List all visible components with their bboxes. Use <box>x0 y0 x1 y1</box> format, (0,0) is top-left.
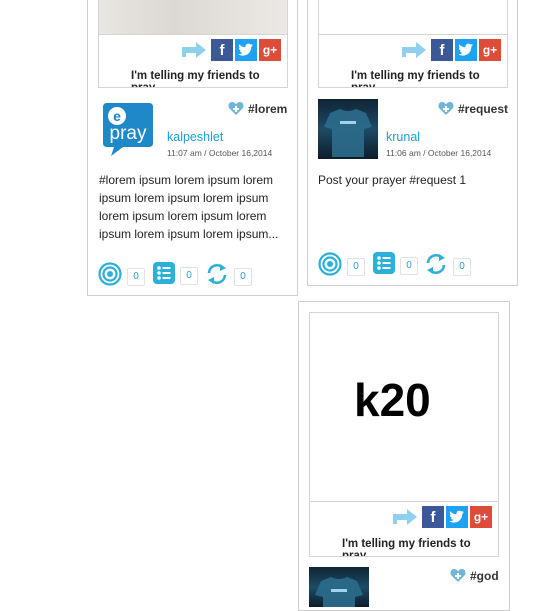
username-link[interactable]: krunal <box>386 130 420 144</box>
google-plus-icon[interactable]: g+ <box>259 39 281 61</box>
share-row-3: f g+ <box>390 506 492 528</box>
post-tag-label: #god <box>470 568 499 583</box>
post-tag[interactable]: #request <box>438 101 508 116</box>
list-icon[interactable] <box>373 252 395 279</box>
list-count: 0 <box>400 256 418 275</box>
telling-friends-text: I'm telling my friends to pray <box>131 70 260 88</box>
pray-count: 0 <box>127 267 145 286</box>
twitter-icon[interactable] <box>235 39 257 61</box>
avatar[interactable] <box>309 567 369 607</box>
share-row-1: f g+ <box>179 39 281 61</box>
google-plus-icon[interactable]: g+ <box>479 39 501 61</box>
refresh-icon[interactable] <box>424 252 448 281</box>
telling-friends-text: I'm telling my friends to pray <box>342 538 471 557</box>
facebook-icon[interactable]: f <box>211 39 233 61</box>
facebook-icon[interactable]: f <box>431 39 453 61</box>
post-tag[interactable]: #god <box>450 568 499 583</box>
post-timestamp: 11:07 am / October 16,2014 <box>167 148 273 158</box>
post-card-2: f g+ I'm telling my friends to pray #req… <box>307 0 518 286</box>
post-card-3: k20 f g+ I'm telling my friends to pray … <box>298 301 510 611</box>
heart-plus-icon <box>438 101 454 116</box>
forward-share-icon[interactable] <box>179 39 209 61</box>
share-row-2: f g+ <box>399 39 501 61</box>
post-photo-1 <box>99 0 287 35</box>
facebook-icon[interactable]: f <box>422 506 444 528</box>
refresh-icon[interactable] <box>205 262 229 291</box>
twitter-icon[interactable] <box>446 506 468 528</box>
list-stat[interactable]: 0 <box>153 262 198 289</box>
post-timestamp: 11:06 am / October 16,2014 <box>386 148 492 158</box>
share-stat[interactable]: 0 <box>424 252 471 281</box>
pray-target-icon[interactable] <box>318 252 342 281</box>
post-photo-3: k20 <box>310 313 498 502</box>
svg-text:e: e <box>113 108 121 124</box>
avatar[interactable] <box>318 99 378 159</box>
post-image-3[interactable]: k20 f g+ I'm telling my friends to pray <box>309 312 499 557</box>
pray-target-icon[interactable] <box>98 262 122 291</box>
post-image-1[interactable]: f g+ I'm telling my friends to pray <box>98 0 288 88</box>
image-text: k20 <box>354 374 431 426</box>
share-count: 0 <box>234 267 252 286</box>
heart-plus-icon <box>450 568 466 583</box>
list-count: 0 <box>180 266 198 285</box>
avatar[interactable]: e pray <box>101 101 155 157</box>
google-plus-icon[interactable]: g+ <box>470 506 492 528</box>
post-tag-label: #lorem <box>248 101 288 116</box>
list-icon[interactable] <box>153 262 175 289</box>
forward-share-icon[interactable] <box>390 506 420 528</box>
post-card-1: f g+ I'm telling my friends to pray #lor… <box>87 0 298 296</box>
list-stat[interactable]: 0 <box>373 252 418 279</box>
forward-share-icon[interactable] <box>399 39 429 61</box>
twitter-icon[interactable] <box>455 39 477 61</box>
post-image-2[interactable]: f g+ I'm telling my friends to pray <box>318 0 508 88</box>
heart-plus-icon <box>228 101 244 116</box>
post-body: #lorem ipsum lorem ipsum lorem ipsum lor… <box>99 173 279 241</box>
post-tag[interactable]: #lorem <box>228 101 287 116</box>
share-stat[interactable]: 0 <box>205 262 252 291</box>
pray-stat[interactable]: 0 <box>98 262 145 291</box>
pray-stat[interactable]: 0 <box>318 252 365 281</box>
share-count: 0 <box>453 257 471 276</box>
telling-friends-text: I'm telling my friends to pray <box>351 70 480 88</box>
pray-count: 0 <box>347 257 365 276</box>
post-photo-2 <box>319 0 507 35</box>
username-link[interactable]: kalpeshlet <box>167 130 223 144</box>
svg-text:pray: pray <box>110 123 147 144</box>
post-tag-label: #request <box>458 101 509 116</box>
post-body: Post your prayer #request 1 <box>318 173 467 187</box>
